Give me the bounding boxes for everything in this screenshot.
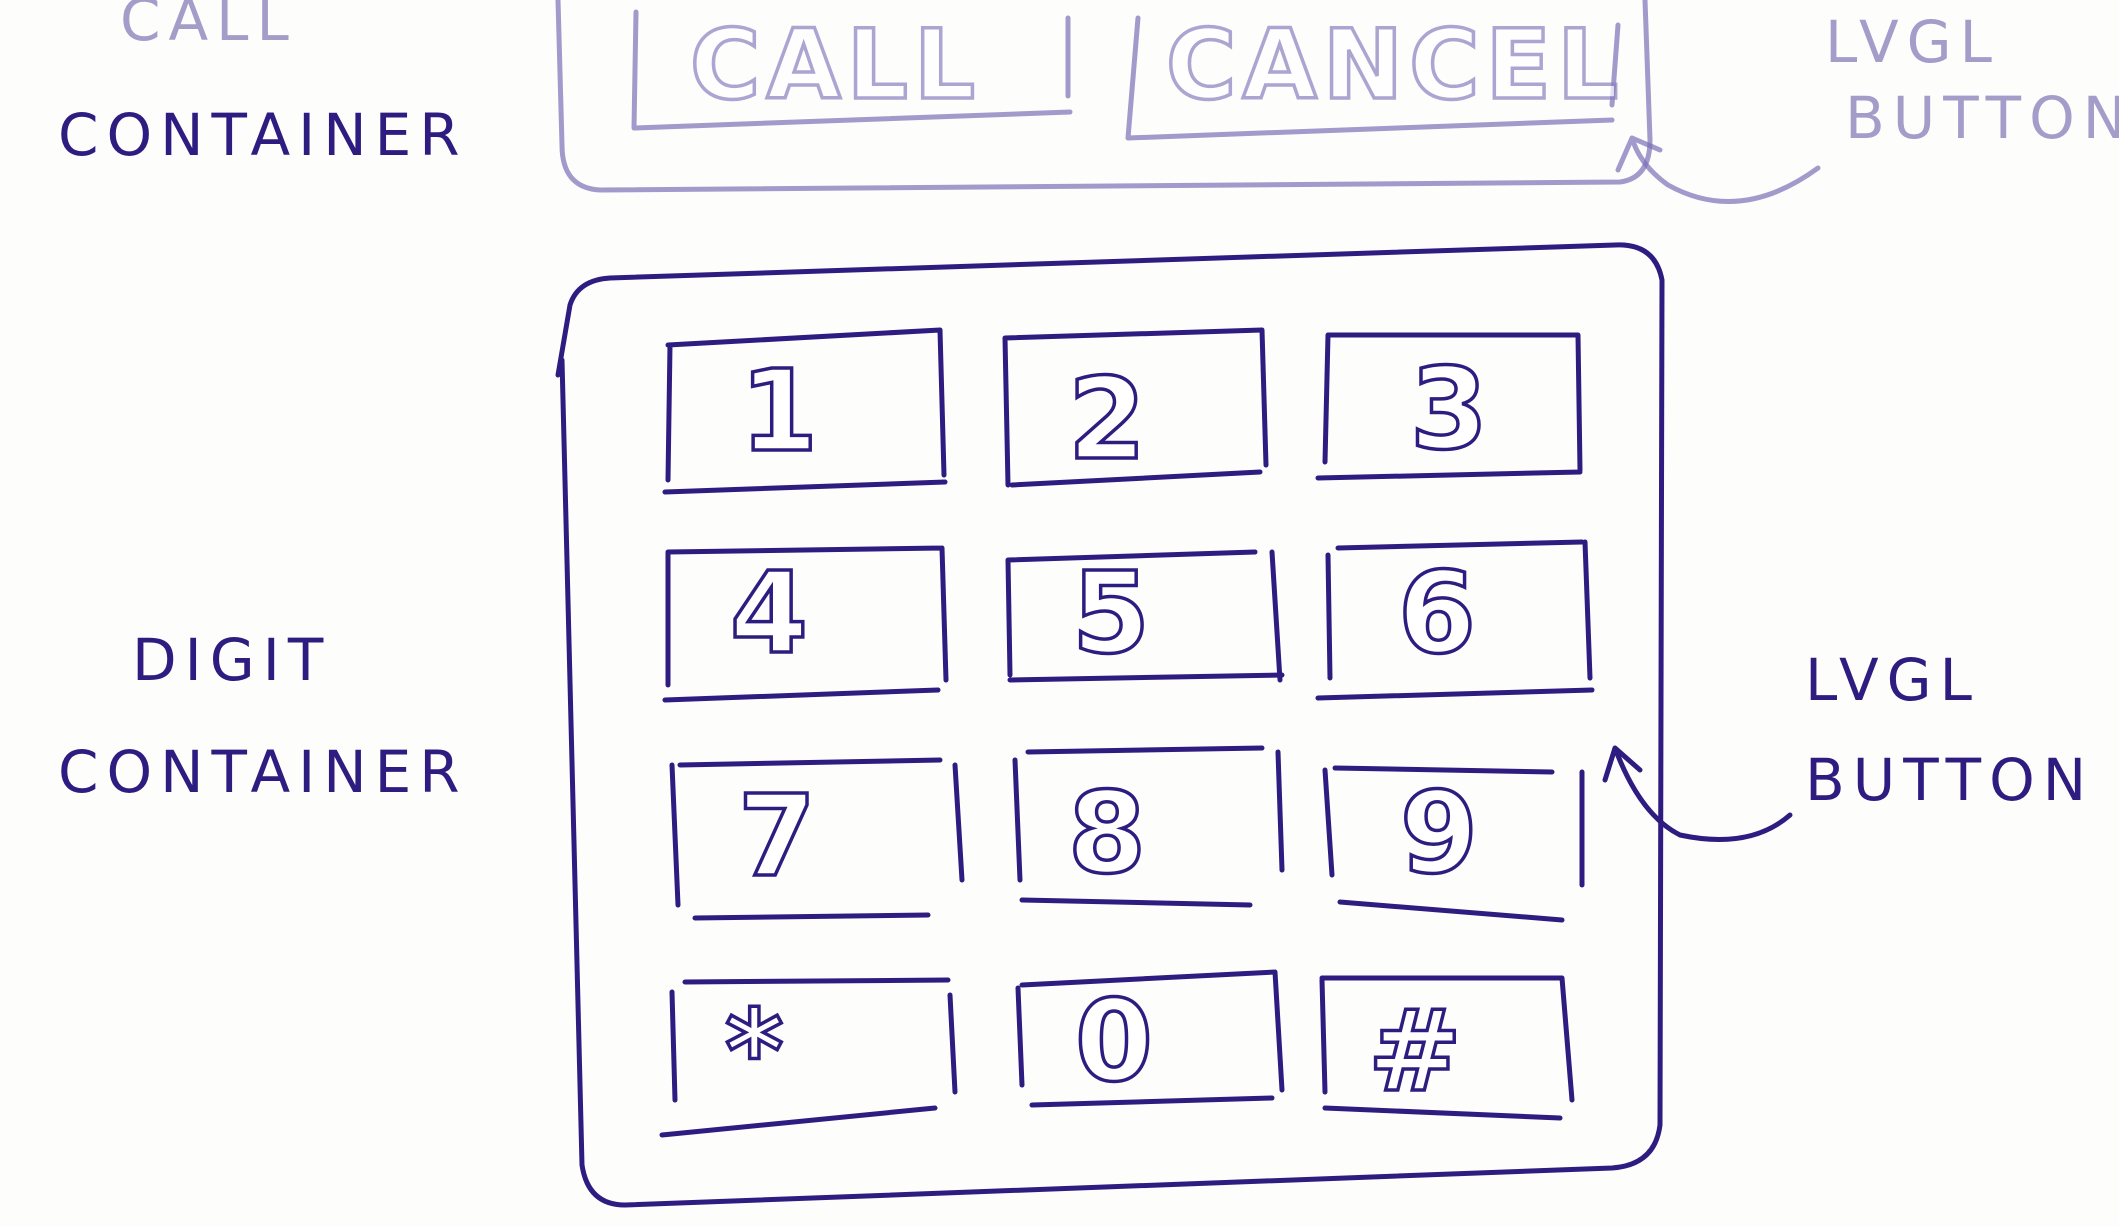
key-7-label[interactable]: 7	[736, 770, 817, 904]
key-star-outline	[659, 977, 958, 1138]
key-0-label[interactable]: 0	[1073, 975, 1154, 1109]
lvgl-button-top-label-line1: LVGL	[1825, 8, 2000, 76]
key-6-label[interactable]: 6	[1396, 547, 1477, 681]
call-container-label-line2: CONTAINER	[58, 101, 468, 169]
lvgl-button-top-arrow	[1615, 135, 1821, 204]
key-1-label[interactable]: 1	[738, 345, 819, 479]
key-star-label[interactable]: *	[723, 985, 785, 1119]
key-2-label[interactable]: 2	[1066, 353, 1147, 487]
key-8-label[interactable]: 8	[1066, 767, 1147, 901]
key-hash-label[interactable]: #	[1366, 985, 1463, 1119]
call-container-label-line1: CALL	[120, 0, 297, 54]
key-8-outline	[1012, 745, 1285, 908]
digit-container-label-line2: CONTAINER	[58, 738, 468, 806]
lvgl-button-right-arrow	[1602, 745, 1793, 842]
key-7-outline	[669, 757, 965, 921]
lvgl-button-right-label-line2: BUTTON	[1805, 746, 2094, 814]
key-3-label[interactable]: 3	[1408, 343, 1489, 477]
lvgl-button-top-label-line2: BUTTON	[1845, 84, 2119, 152]
key-9-label[interactable]: 9	[1398, 767, 1479, 901]
call-button-label[interactable]: CALL	[688, 7, 981, 123]
lvgl-button-right-label-line1: LVGL	[1805, 646, 1980, 714]
digit-container-label-line1: DIGIT	[132, 626, 331, 694]
key-5-label[interactable]: 5	[1070, 547, 1151, 681]
sketch-canvas: CALL CONTAINER CALL CANCEL LVGL BUTTON D…	[58, 0, 2119, 1208]
cancel-button-label[interactable]: CANCEL	[1164, 7, 1624, 123]
key-4-label[interactable]: 4	[728, 547, 809, 681]
